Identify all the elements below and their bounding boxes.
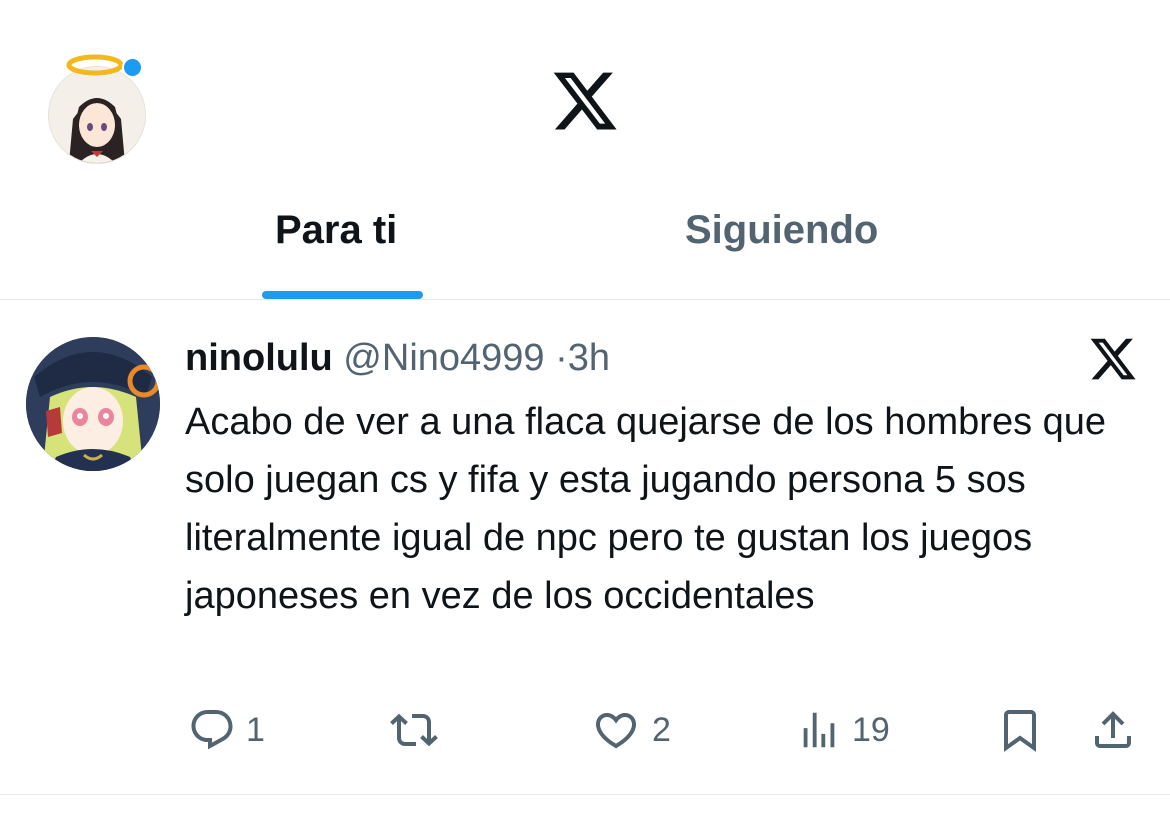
bookmark-icon	[1004, 710, 1036, 752]
retweet-icon	[390, 713, 438, 747]
heart-icon	[595, 713, 637, 749]
reply-icon	[191, 710, 233, 750]
like-button[interactable]: 2	[590, 703, 671, 757]
share-icon	[1095, 711, 1131, 748]
tweet-author-avatar[interactable]	[26, 337, 160, 471]
tweet-header: ninolulu @Nino4999 ·3h	[185, 337, 610, 380]
share-button[interactable]	[1088, 703, 1138, 757]
halo-icon	[66, 54, 124, 76]
tweet-actions: 1 2 19	[0, 703, 1170, 757]
reply-button[interactable]: 1	[188, 703, 265, 757]
x-logo-icon[interactable]	[548, 66, 622, 136]
header-divider	[0, 299, 1170, 300]
top-header: Para ti Siguiendo	[0, 0, 1170, 300]
author-display-name[interactable]: ninolulu	[185, 337, 333, 379]
views-button[interactable]: 19	[796, 703, 890, 757]
notification-dot	[122, 57, 143, 78]
bookmark-button[interactable]	[996, 703, 1044, 757]
x-grok-icon[interactable]	[1087, 334, 1139, 384]
meta-separator: ·	[555, 337, 568, 379]
tweet-card[interactable]: ninolulu @Nino4999 ·3h Acabo de ver a un…	[0, 301, 1170, 794]
views-count: 19	[852, 710, 890, 749]
like-count: 2	[652, 710, 671, 749]
tab-siguiendo[interactable]: Siguiendo	[685, 208, 878, 253]
profile-avatar-icon[interactable]	[48, 66, 146, 164]
retweet-button[interactable]	[386, 703, 442, 757]
tweet-time[interactable]: 3h	[568, 337, 610, 379]
reply-count: 1	[246, 710, 265, 749]
tab-para-ti[interactable]: Para ti	[275, 208, 397, 253]
tweet-divider	[0, 794, 1170, 795]
tweet-text: Acabo de ver a una flaca quejarse de los…	[185, 401, 1107, 617]
views-chart-icon	[803, 712, 835, 748]
active-tab-indicator	[262, 291, 423, 299]
author-handle[interactable]: @Nino4999	[343, 337, 544, 379]
